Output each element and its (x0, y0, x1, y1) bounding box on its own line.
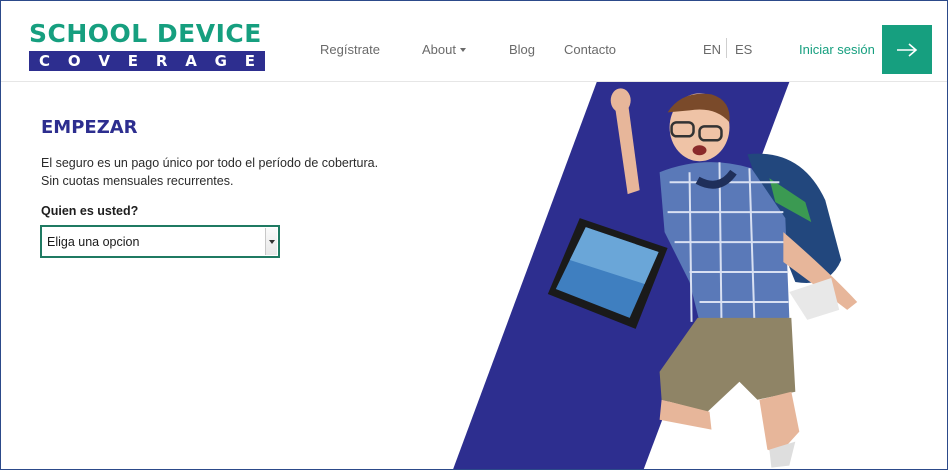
lang-en[interactable]: EN (703, 42, 721, 57)
logo-letter: E (127, 52, 139, 70)
arrow-right-icon (897, 42, 918, 57)
diagonal-stripe (453, 82, 790, 469)
logo-letter: O (67, 52, 81, 70)
intro-line: Sin cuotas mensuales recurrentes. (41, 174, 234, 188)
lang-es[interactable]: ES (735, 42, 752, 57)
nav-item-contacto[interactable]: Contacto (564, 42, 616, 57)
intro-line: El seguro es un pago único por todo el p… (41, 156, 379, 170)
lang-divider (726, 38, 727, 58)
role-select[interactable]: Eliga una opcion (40, 225, 280, 258)
login-link[interactable]: Iniciar sesión (799, 42, 875, 57)
dropdown-arrow-icon[interactable] (265, 228, 277, 255)
logo-letter: C (39, 52, 51, 70)
site-header: SCHOOL DEVICE C O V E R A G E Regístrate… (1, 1, 947, 82)
nav-item-blog[interactable]: Blog (509, 42, 535, 57)
nav-item-about[interactable]: About (422, 42, 466, 57)
logo-line2: C O V E R A G E (29, 51, 265, 71)
main-content: EMPEZAR El seguro es un pago único por t… (1, 82, 947, 469)
logo-letter: V (98, 52, 110, 70)
logo-letter: E (244, 52, 255, 70)
page-title: EMPEZAR (41, 117, 138, 138)
caret-down-icon (459, 48, 466, 52)
intro-text: El seguro es un pago único por todo el p… (41, 154, 378, 190)
page-frame: SCHOOL DEVICE C O V E R A G E Regístrate… (0, 0, 948, 470)
brand-logo[interactable]: SCHOOL DEVICE C O V E R A G E (29, 21, 265, 71)
logo-letter: A (185, 52, 197, 70)
login-button[interactable] (882, 25, 932, 74)
logo-letter: G (214, 52, 227, 70)
role-select-value: Eliga una opcion (47, 235, 140, 249)
logo-line1: SCHOOL DEVICE (29, 19, 262, 48)
nav-item-about-label: About (422, 42, 456, 57)
nav-item-registrate[interactable]: Regístrate (320, 42, 380, 57)
role-field-label: Quien es usted? (41, 204, 139, 218)
logo-letter: R (155, 52, 168, 70)
